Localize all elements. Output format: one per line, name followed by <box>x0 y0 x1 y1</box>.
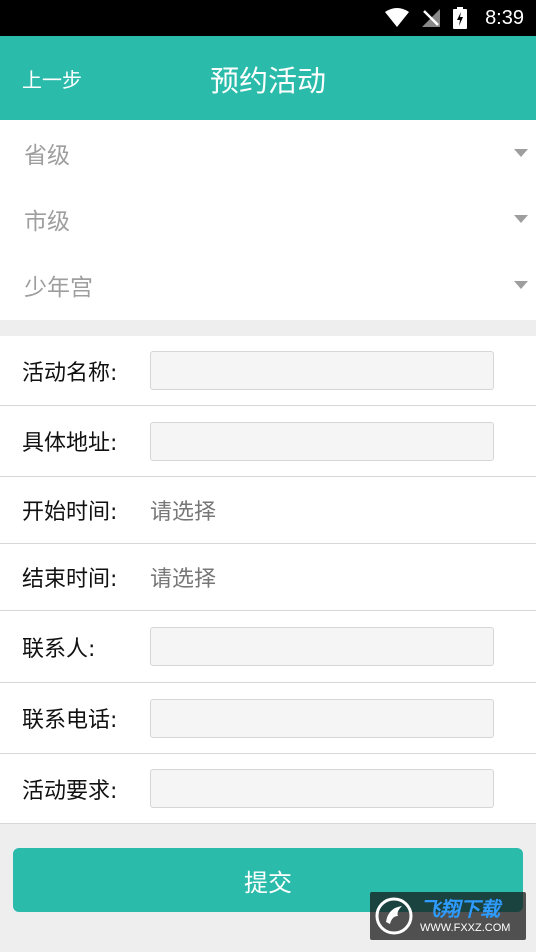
region-selector-panel: 省级 市级 少年宫 <box>0 120 536 320</box>
status-icons: 8:39 <box>385 7 524 30</box>
province-dropdown-label: 省级 <box>24 143 70 169</box>
no-signal-icon <box>422 9 441 27</box>
phone-label: 联系电话: <box>22 708 118 733</box>
status-time: 8:39 <box>485 6 524 29</box>
address-label: 具体地址: <box>22 431 118 456</box>
watermark-logo-icon <box>375 897 413 935</box>
watermark-url: WWW.FXXZ.COM <box>420 921 511 934</box>
address-input[interactable] <box>150 421 494 461</box>
app-bar: 上一步 预约活动 <box>0 36 536 120</box>
end-time-row: 结束时间: 请选择 <box>0 544 536 611</box>
site-watermark: 飞翔下载 WWW.FXXZ.COM <box>370 892 526 940</box>
contact-input[interactable] <box>150 627 494 666</box>
watermark-title: 飞翔下载 <box>420 896 500 921</box>
start-time-label: 开始时间: <box>22 500 118 525</box>
start-time-picker[interactable]: 请选择 <box>150 494 216 526</box>
requirements-input[interactable] <box>150 769 494 808</box>
requirements-label: 活动要求: <box>22 778 118 804</box>
youth-palace-dropdown[interactable]: 少年宫 <box>0 252 536 318</box>
youth-palace-dropdown-label: 少年宫 <box>24 275 93 301</box>
province-dropdown[interactable]: 省级 <box>0 120 536 186</box>
activity-name-input[interactable] <box>150 351 494 390</box>
booking-form: 活动名称: 具体地址: 开始时间: 请选择 结束时间: 请选择 联系人: 联系电… <box>0 336 536 824</box>
requirements-row: 活动要求: <box>0 754 536 824</box>
status-bar: 8:39 <box>0 0 536 36</box>
start-time-row: 开始时间: 请选择 <box>0 477 536 544</box>
dropdown-arrow-icon <box>514 215 528 223</box>
city-dropdown-label: 市级 <box>24 209 70 235</box>
activity-name-label: 活动名称: <box>22 360 118 386</box>
wifi-icon <box>385 8 410 27</box>
activity-name-row: 活动名称: <box>0 336 536 406</box>
contact-label: 联系人: <box>22 636 96 662</box>
page-title: 预约活动 <box>209 64 326 98</box>
address-row: 具体地址: <box>0 406 536 477</box>
phone-row: 联系电话: <box>0 683 536 754</box>
dropdown-arrow-icon <box>514 149 528 157</box>
watermark-text: 飞翔下载 WWW.FXXZ.COM <box>420 899 510 934</box>
dropdown-arrow-icon <box>514 281 528 289</box>
city-dropdown[interactable]: 市级 <box>0 186 536 252</box>
battery-charging-icon <box>453 7 468 29</box>
end-time-picker[interactable]: 请选择 <box>150 561 216 593</box>
contact-row: 联系人: <box>0 611 536 683</box>
end-time-label: 结束时间: <box>22 567 118 592</box>
phone-input[interactable] <box>150 698 494 738</box>
